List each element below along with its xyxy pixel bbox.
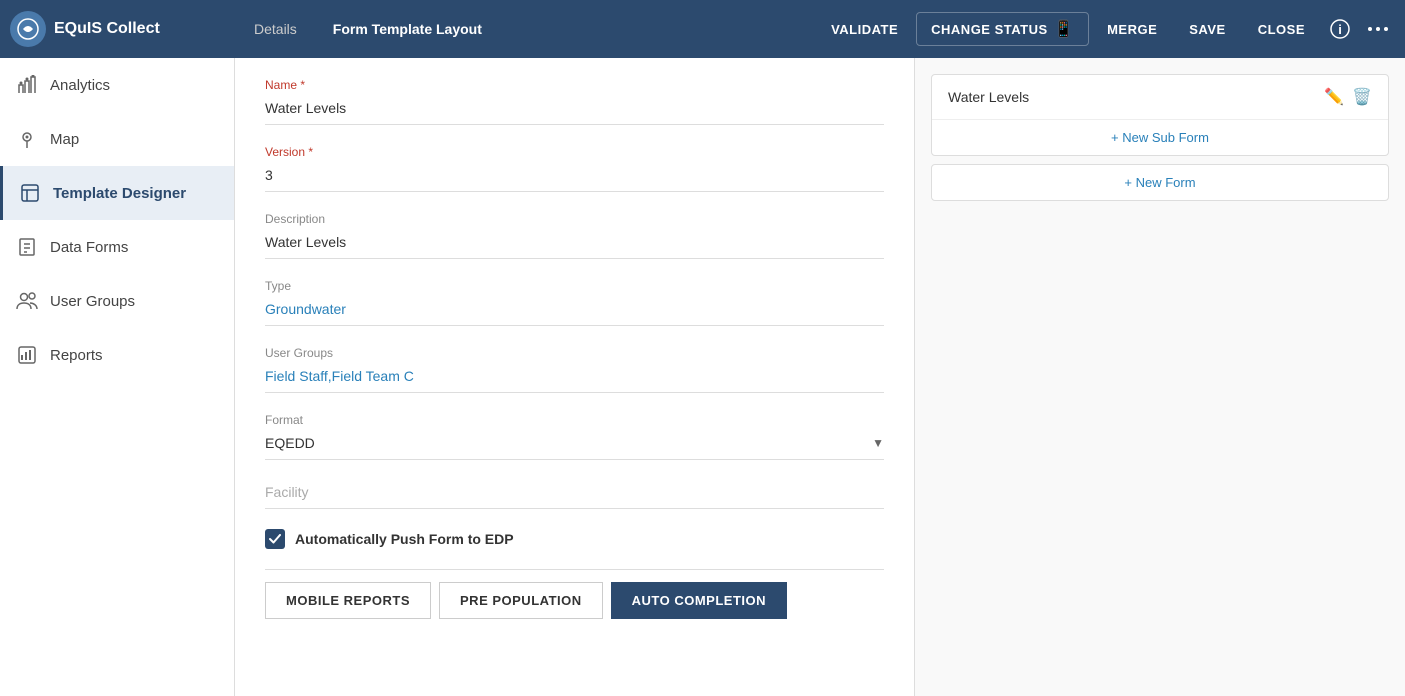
user-groups-field-group: User Groups Field Staff,Field Team C <box>265 346 884 393</box>
tab-form-template-layout[interactable]: Form Template Layout <box>317 13 498 45</box>
map-label: Map <box>50 131 79 148</box>
mobile-reports-button[interactable]: MOBILE REPORTS <box>265 582 431 619</box>
facility-field-group: Facility <box>265 480 884 509</box>
header-actions: VALIDATE CHANGE STATUS 📱 MERGE SAVE CLOS… <box>817 12 1395 46</box>
water-levels-card-title: Water Levels <box>948 89 1029 105</box>
new-form-button[interactable]: + New Form <box>931 164 1389 201</box>
pre-population-button[interactable]: PRE POPULATION <box>439 582 603 619</box>
version-value: 3 <box>265 163 884 192</box>
auto-completion-button[interactable]: AUTO COMPLETION <box>611 582 787 619</box>
change-status-icon: 📱 <box>1054 19 1074 39</box>
change-status-label: CHANGE STATUS <box>931 22 1048 37</box>
app-logo-icon <box>10 11 46 47</box>
version-field-group: Version * 3 <box>265 145 884 192</box>
auto-push-checkbox[interactable] <box>265 529 285 549</box>
edit-icon[interactable]: ✏️ <box>1324 87 1344 107</box>
sidebar-item-data-forms[interactable]: Data Forms <box>0 220 234 274</box>
reports-icon <box>16 344 38 366</box>
info-icon[interactable]: i <box>1323 12 1357 46</box>
format-dropdown-arrow: ▼ <box>872 436 884 450</box>
form-panel: Name * Water Levels Version * 3 Descript… <box>235 58 915 696</box>
sidebar-item-template-designer[interactable]: Template Designer <box>0 166 234 220</box>
auto-push-row: Automatically Push Form to EDP <box>265 529 884 549</box>
format-label: Format <box>265 413 884 427</box>
delete-icon[interactable]: 🗑️ <box>1352 87 1372 107</box>
sidebar-item-reports[interactable]: Reports <box>0 328 234 382</box>
analytics-label: Analytics <box>50 77 110 94</box>
new-sub-form-button[interactable]: + New Sub Form <box>932 120 1388 155</box>
tab-details[interactable]: Details <box>238 13 313 45</box>
template-designer-label: Template Designer <box>53 185 186 202</box>
logo-area: EQuIS Collect <box>10 11 230 47</box>
svg-text:i: i <box>1338 22 1342 37</box>
user-groups-label: User Groups <box>50 293 135 310</box>
validate-button[interactable]: VALIDATE <box>817 16 912 43</box>
description-value: Water Levels <box>265 230 884 259</box>
save-button[interactable]: SAVE <box>1175 16 1239 43</box>
app-title: EQuIS Collect <box>54 20 160 38</box>
more-options-icon[interactable] <box>1361 12 1395 46</box>
main-layout: Analytics Map Template Designer <box>0 58 1405 696</box>
version-label: Version * <box>265 145 884 159</box>
description-field-group: Description Water Levels <box>265 212 884 259</box>
facility-placeholder[interactable]: Facility <box>265 480 884 509</box>
user-groups-value: Field Staff,Field Team C <box>265 364 884 393</box>
name-value: Water Levels <box>265 96 884 125</box>
header-nav: Details Form Template Layout <box>238 13 809 45</box>
type-label: Type <box>265 279 884 293</box>
description-label: Description <box>265 212 884 226</box>
type-field-group: Type Groundwater <box>265 279 884 326</box>
close-button[interactable]: CLOSE <box>1244 16 1319 43</box>
reports-label: Reports <box>50 347 103 364</box>
sidebar-item-analytics[interactable]: Analytics <box>0 58 234 112</box>
format-select[interactable]: EQEDD ▼ <box>265 431 884 460</box>
change-status-button[interactable]: CHANGE STATUS 📱 <box>916 12 1089 46</box>
card-actions: ✏️ 🗑️ <box>1324 87 1372 107</box>
right-panel: Water Levels ✏️ 🗑️ + New Sub Form + New … <box>915 58 1405 696</box>
name-label: Name * <box>265 78 884 92</box>
analytics-icon <box>16 74 38 96</box>
sidebar-item-map[interactable]: Map <box>0 112 234 166</box>
format-value: EQEDD <box>265 435 315 451</box>
map-icon <box>16 128 38 150</box>
data-forms-label: Data Forms <box>50 239 128 256</box>
type-value: Groundwater <box>265 297 884 326</box>
template-designer-icon <box>19 182 41 204</box>
data-forms-icon <box>16 236 38 258</box>
sidebar: Analytics Map Template Designer <box>0 58 235 696</box>
merge-button[interactable]: MERGE <box>1093 16 1171 43</box>
user-groups-icon <box>16 290 38 312</box>
sidebar-item-user-groups[interactable]: User Groups <box>0 274 234 328</box>
auto-push-label: Automatically Push Form to EDP <box>295 531 514 547</box>
name-field-group: Name * Water Levels <box>265 78 884 125</box>
water-levels-card-header: Water Levels ✏️ 🗑️ <box>932 75 1388 120</box>
water-levels-card: Water Levels ✏️ 🗑️ + New Sub Form <box>931 74 1389 156</box>
top-header: EQuIS Collect Details Form Template Layo… <box>0 0 1405 58</box>
content-area: Name * Water Levels Version * 3 Descript… <box>235 58 1405 696</box>
format-field-group: Format EQEDD ▼ <box>265 413 884 460</box>
user-groups-label: User Groups <box>265 346 884 360</box>
bottom-buttons: MOBILE REPORTS PRE POPULATION AUTO COMPL… <box>265 569 884 619</box>
